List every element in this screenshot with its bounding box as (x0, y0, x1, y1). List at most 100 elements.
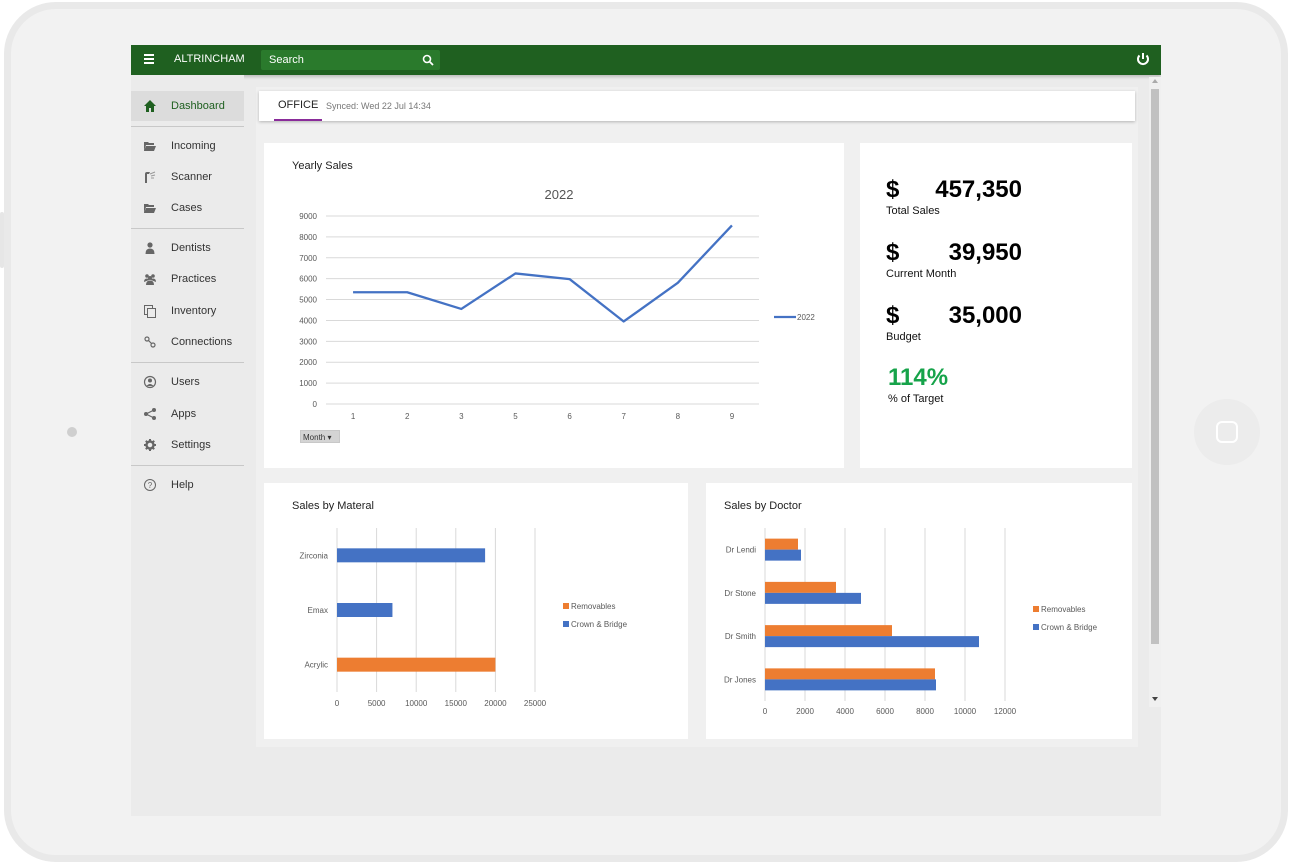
scroll-down-arrow-icon[interactable] (1152, 697, 1158, 701)
sidebar-item-label: Incoming (171, 140, 216, 152)
y-tick-label: Emax (308, 606, 328, 615)
chart-title: 2022 (545, 187, 574, 202)
y-tick-label: 4000 (299, 316, 317, 325)
sales-by-material-chart: 0 5000 10000 15000 20000 25000 Zirconia Emax Acr… (300, 528, 628, 708)
sidebar-item-practices[interactable]: Practices (131, 264, 244, 294)
x-tick-label: 6000 (876, 707, 894, 716)
month-filter-button[interactable]: Month ▾ (300, 430, 340, 443)
y-tick-label: 1000 (299, 379, 317, 388)
bar-crown-bridge (765, 592, 861, 604)
sidebar-item-label: Dashboard (171, 100, 225, 112)
sidebar-item-cases[interactable]: Cases (131, 193, 244, 223)
x-tick-label: 1 (351, 412, 356, 421)
x-tick-label: 3 (459, 412, 464, 421)
home-icon (144, 100, 156, 112)
sync-status: Synced: Wed 22 Jul 14:34 (326, 101, 431, 111)
y-tick-label: Dr Lendi (726, 546, 756, 555)
sidebar-item-inventory[interactable]: Inventory (131, 296, 244, 326)
share-icon (144, 408, 156, 420)
bar-removables (337, 657, 496, 672)
legend-label: Removables (571, 602, 615, 611)
x-tick-label: 10000 (405, 699, 428, 708)
x-tick-label: 9 (730, 412, 735, 421)
hamburger-icon[interactable] (144, 54, 154, 64)
question-circle-icon: ? (144, 479, 156, 491)
sidebar-item-apps[interactable]: Apps (131, 399, 244, 429)
sales-by-doctor-card: Sales by Doctor 0 2000 4000 6000 8000 10000 12… (706, 483, 1132, 739)
sidebar-divider (131, 362, 244, 363)
link-icon (144, 336, 156, 348)
target-label: % of Target (888, 393, 944, 405)
tablet-camera (67, 427, 77, 437)
sidebar-item-connections[interactable]: Connections (131, 327, 244, 357)
x-tick-label: 10000 (954, 707, 977, 716)
sidebar-item-label: Settings (171, 439, 211, 451)
y-tick-label: Zirconia (300, 551, 329, 560)
sidebar-item-dentists[interactable]: Dentists (131, 233, 244, 263)
legend-swatch (1033, 624, 1039, 630)
tab-office[interactable]: OFFICE (274, 91, 323, 121)
bar-crown-bridge (337, 548, 486, 563)
sidebar-item-label: Connections (171, 336, 233, 348)
sidebar-item-label: Inventory (171, 305, 217, 317)
bar-removables (765, 668, 935, 680)
search-input[interactable] (261, 50, 416, 70)
x-tick-label: 0 (335, 699, 340, 708)
sidebar-divider (131, 126, 244, 127)
legend-label: Crown & Bridge (571, 620, 628, 629)
y-tick-label: Acrylic (304, 661, 328, 670)
x-tick-label: 5 (513, 412, 518, 421)
x-tick-label: 8 (676, 412, 681, 421)
x-tick-label: 2 (405, 412, 410, 421)
scrollbar-thumb[interactable] (1151, 89, 1159, 644)
x-tick-label: 5000 (368, 699, 386, 708)
sidebar-item-label: Dentists (171, 242, 211, 254)
currency-symbol: $ (886, 302, 900, 329)
sidebar-item-dashboard[interactable]: Dashboard (131, 91, 244, 121)
x-tick-label: 7 (621, 412, 626, 421)
y-tick-label: 6000 (299, 275, 317, 284)
kpi-total-sales: $457,350 Total Sales (886, 176, 1022, 217)
users-icon (144, 274, 156, 285)
sidebar-divider (131, 465, 244, 466)
current-month-value: 39,950 (948, 239, 1022, 266)
legend-swatch (1033, 606, 1039, 612)
x-tick-label: 20000 (484, 699, 507, 708)
sidebar-item-label: Cases (171, 202, 203, 214)
x-tick-label: 2000 (796, 707, 814, 716)
vertical-scrollbar[interactable] (1149, 77, 1161, 707)
y-tick-label: 9000 (299, 212, 317, 221)
currency-symbol: $ (886, 239, 900, 266)
currency-symbol: $ (886, 176, 900, 203)
y-tick-label: 2000 (299, 358, 317, 367)
sidebar-item-users[interactable]: Users (131, 367, 244, 397)
x-tick-label: 8000 (916, 707, 934, 716)
search-icon[interactable] (422, 54, 434, 66)
top-bar: ALTRINCHAM (131, 45, 1161, 75)
legend-swatch (563, 603, 569, 609)
tablet-home-button[interactable] (1194, 399, 1260, 465)
budget-label: Budget (886, 331, 921, 343)
brand-name: ALTRINCHAM (174, 53, 245, 65)
sidebar-item-help[interactable]: ? Help (131, 470, 244, 500)
y-tick-label: Dr Jones (724, 675, 756, 684)
user-circle-icon (143, 375, 157, 389)
kpi-target: 114% % of Target (888, 364, 948, 405)
app-screen: ALTRINCHAM Dashboard Incoming Scanner Cases… (131, 45, 1161, 816)
bar-crown-bridge (765, 549, 801, 561)
bar-removables (765, 538, 798, 550)
x-tick-label: 12000 (994, 707, 1017, 716)
bar-crown-bridge (337, 603, 393, 617)
legend-label: Crown & Bridge (1041, 623, 1098, 632)
tablet-side-button (0, 212, 4, 268)
total-sales-value: 457,350 (935, 176, 1022, 203)
sidebar-item-settings[interactable]: Settings (131, 430, 244, 460)
y-tick-label: 7000 (299, 254, 317, 263)
x-tick-label: 0 (763, 707, 768, 716)
target-value: 114% (888, 364, 949, 391)
power-icon[interactable] (1135, 51, 1151, 67)
scroll-up-arrow-icon[interactable] (1152, 79, 1158, 83)
bar-crown-bridge (765, 636, 979, 648)
sidebar-item-incoming[interactable]: Incoming (131, 131, 244, 161)
sidebar-item-scanner[interactable]: Scanner (131, 162, 244, 192)
